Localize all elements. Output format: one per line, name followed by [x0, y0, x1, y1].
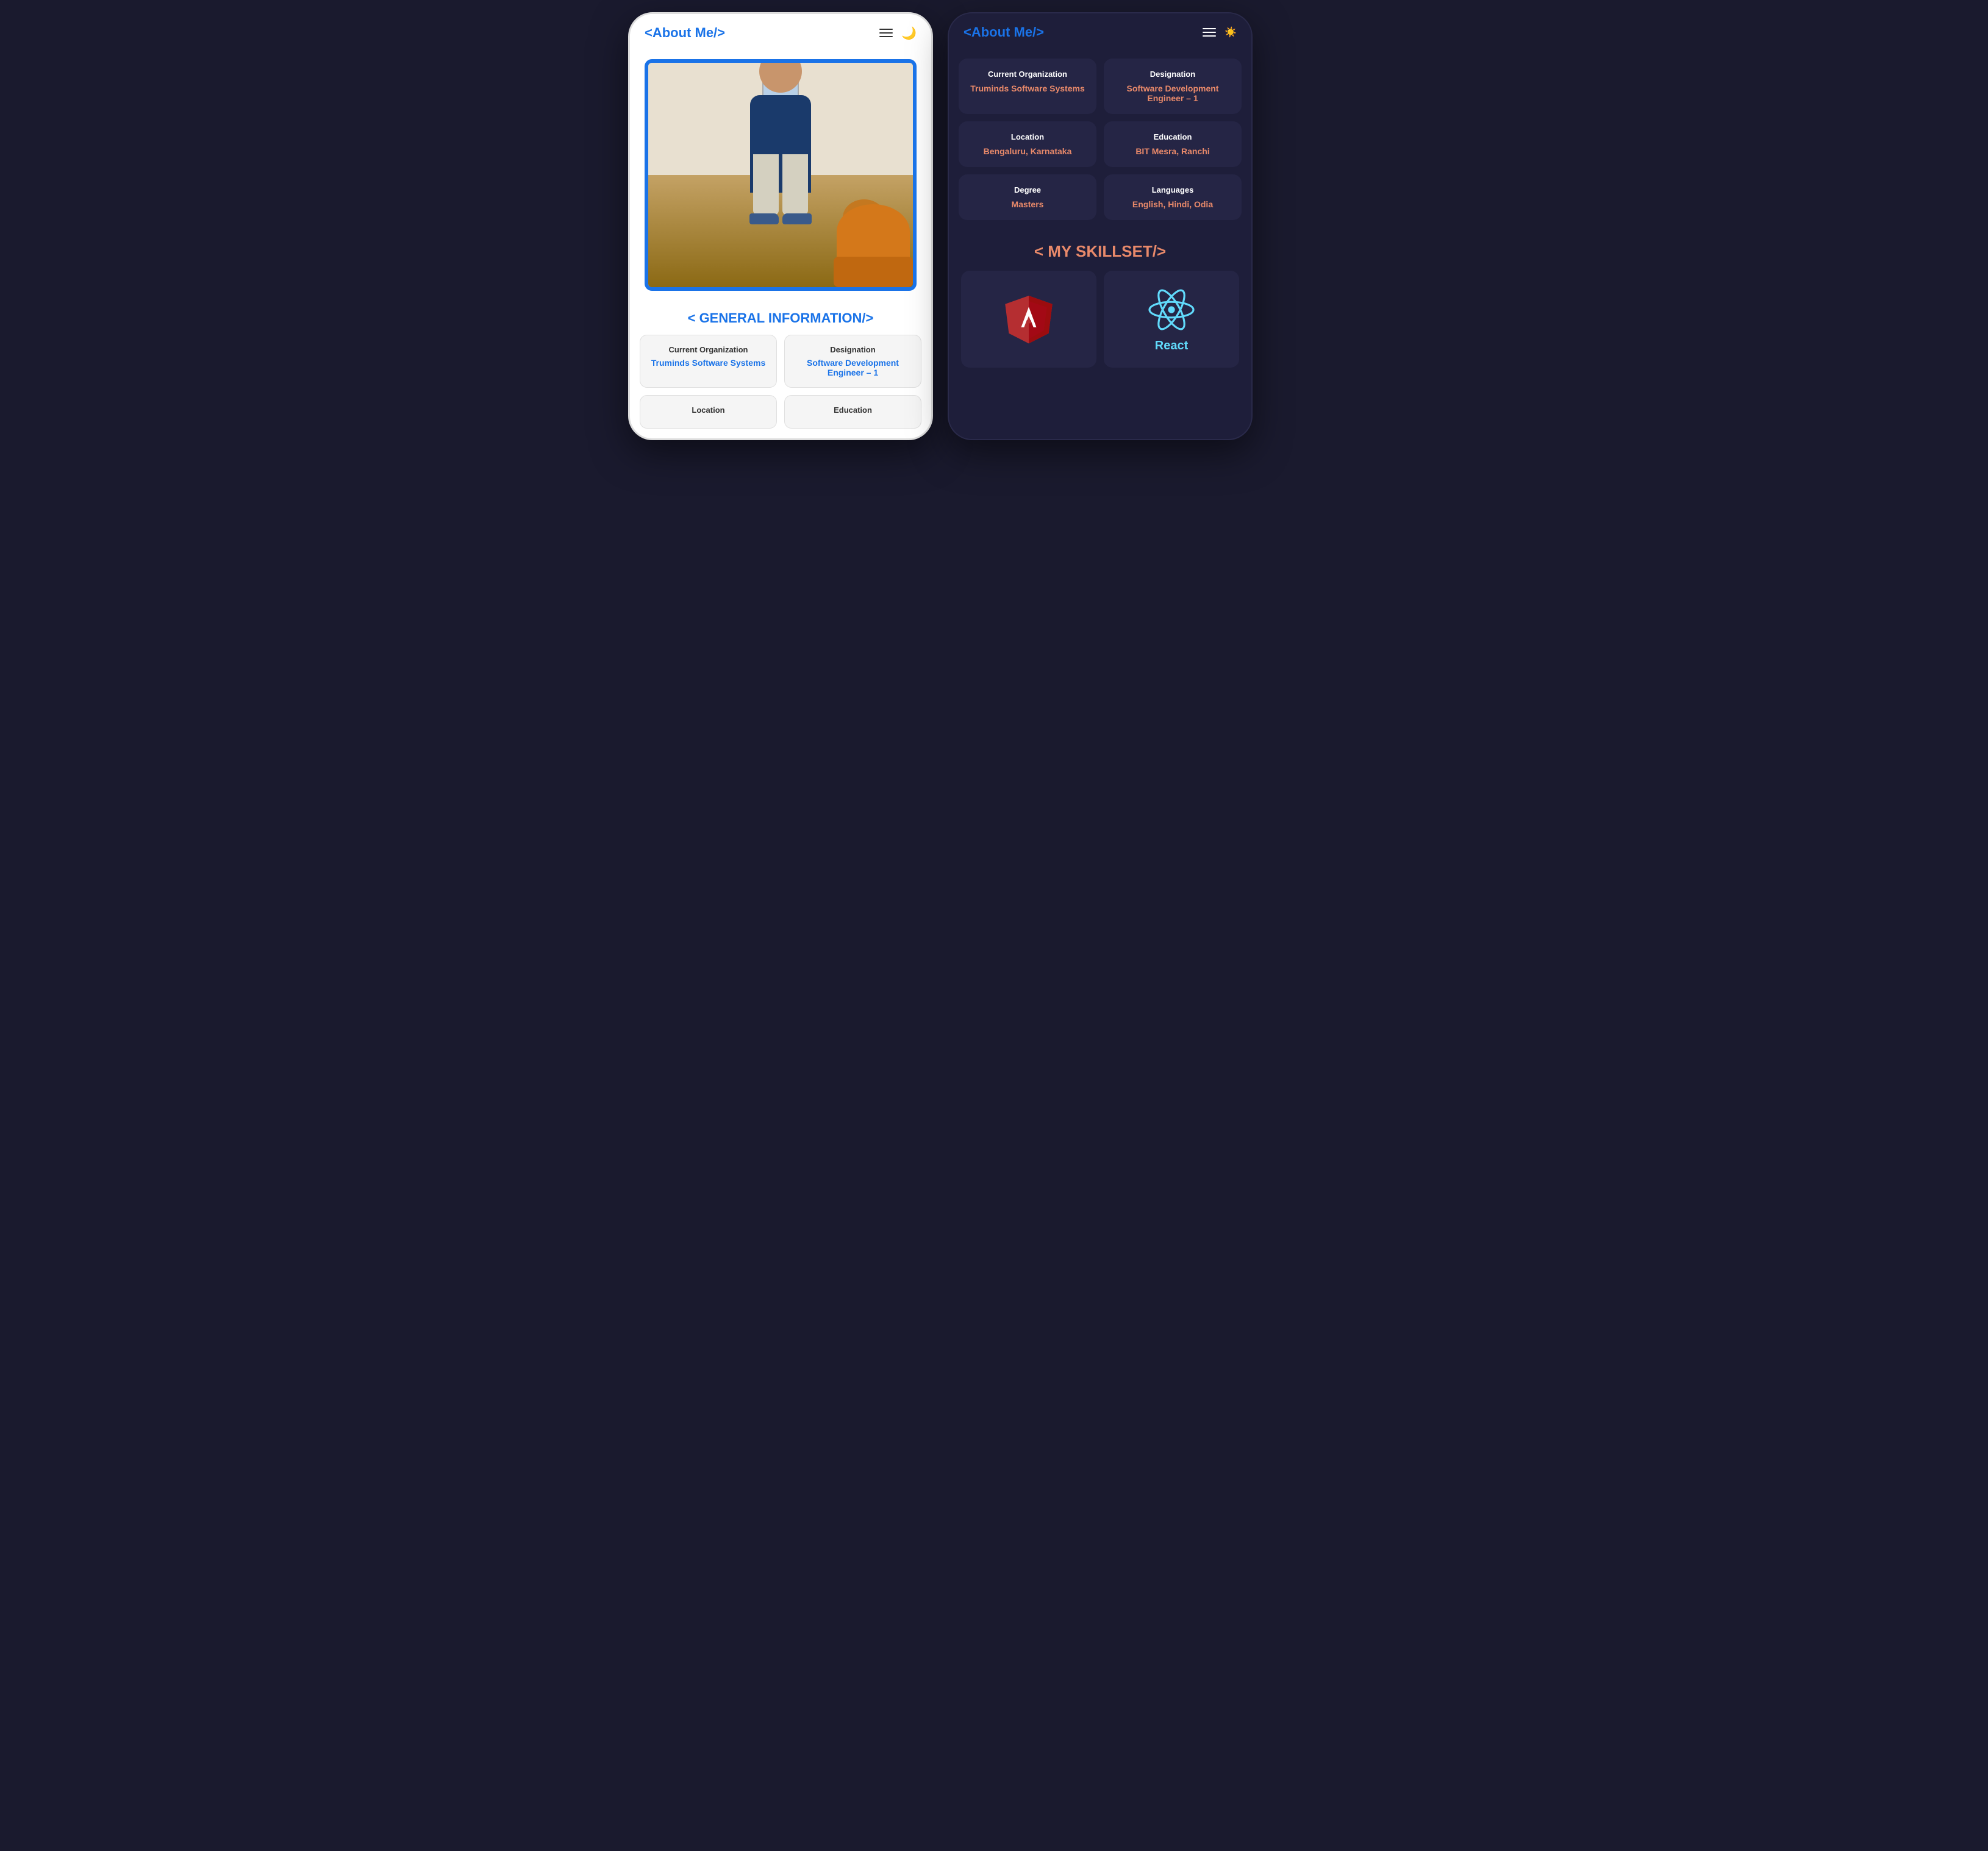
dark-education-value: BIT Mesra, Ranchi: [1112, 146, 1233, 156]
person-head: [759, 63, 802, 93]
dark-logo[interactable]: <About Me/>: [964, 24, 1044, 40]
dark-degree-label: Degree: [967, 185, 1088, 194]
light-nav-right: 🌙: [879, 26, 917, 41]
skills-grid: React: [959, 271, 1242, 368]
info-card-designation: Designation Software Development Enginee…: [784, 335, 921, 388]
dark-card-location: Location Bengaluru, Karnataka: [959, 121, 1096, 167]
dark-phone: <About Me/> ☀️ Current Organization Trum…: [948, 12, 1253, 440]
dark-org-value: Truminds Software Systems: [967, 84, 1088, 93]
dark-card-designation: Designation Software Development Enginee…: [1104, 59, 1242, 114]
skill-card-react: React: [1104, 271, 1239, 368]
dark-card-degree: Degree Masters: [959, 174, 1096, 220]
org-value: Truminds Software Systems: [648, 358, 769, 368]
light-navbar: <About Me/> 🌙: [630, 14, 931, 52]
designation-value: Software Development Engineer – 1: [792, 358, 914, 377]
light-logo[interactable]: <About Me/>: [645, 25, 725, 41]
info-card-education: Education: [784, 395, 921, 429]
dark-designation-label: Designation: [1112, 70, 1233, 79]
dark-languages-value: English, Hindi, Odia: [1112, 199, 1233, 209]
profile-photo-frame: [645, 59, 917, 291]
dark-location-label: Location: [967, 132, 1088, 141]
skillset-title-text: < MY SKILLSET/>: [1034, 242, 1166, 260]
dark-nav-right: ☀️: [1203, 26, 1237, 38]
dark-card-education: Education BIT Mesra, Ranchi: [1104, 121, 1242, 167]
react-logo-wrapper: React: [1147, 285, 1196, 353]
org-label: Current Organization: [648, 345, 769, 354]
dark-info-grid: Current Organization Truminds Software S…: [959, 59, 1242, 220]
react-label: React: [1155, 339, 1188, 353]
dark-designation-value: Software Development Engineer – 1: [1112, 84, 1233, 103]
dark-navbar: <About Me/> ☀️: [949, 13, 1251, 51]
dark-menu-icon[interactable]: [1203, 28, 1216, 37]
dark-card-org: Current Organization Truminds Software S…: [959, 59, 1096, 114]
dark-languages-label: Languages: [1112, 185, 1233, 194]
app-container: <About Me/> 🌙: [628, 12, 1360, 440]
skillset-title: < MY SKILLSET/>: [959, 230, 1242, 271]
general-info-title: < GENERAL INFORMATION/>: [630, 298, 931, 335]
person-legs: [753, 154, 808, 215]
light-info-grid: Current Organization Truminds Software S…: [630, 335, 931, 438]
info-card-org: Current Organization Truminds Software S…: [640, 335, 777, 388]
photo-chair-front: [828, 204, 913, 287]
dark-education-label: Education: [1112, 132, 1233, 141]
dark-degree-value: Masters: [967, 199, 1088, 209]
dark-content: Current Organization Truminds Software S…: [949, 51, 1251, 375]
dark-location-value: Bengaluru, Karnataka: [967, 146, 1088, 156]
location-label: Location: [648, 405, 769, 415]
light-menu-icon[interactable]: [879, 29, 893, 37]
education-label: Education: [792, 405, 914, 415]
info-card-location: Location: [640, 395, 777, 429]
person-shoes: [749, 213, 812, 224]
profile-photo: [648, 63, 913, 287]
react-icon: [1147, 285, 1196, 334]
dark-org-label: Current Organization: [967, 70, 1088, 79]
dark-theme-toggle[interactable]: ☀️: [1225, 26, 1237, 38]
skill-card-angular: [961, 271, 1096, 368]
angular-icon: [1004, 295, 1053, 344]
dark-card-languages: Languages English, Hindi, Odia: [1104, 174, 1242, 220]
theme-toggle-icon[interactable]: 🌙: [901, 26, 917, 41]
designation-label: Designation: [792, 345, 914, 354]
light-phone: <About Me/> 🌙: [628, 12, 933, 440]
